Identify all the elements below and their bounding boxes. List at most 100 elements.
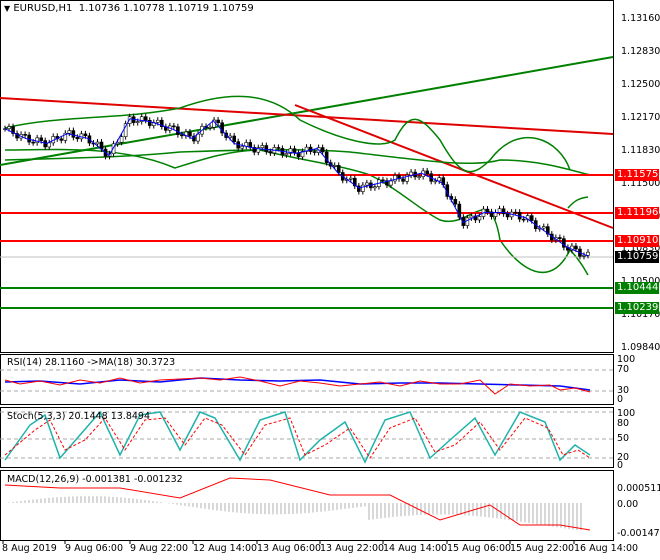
candle (453, 199, 458, 205)
candle (373, 186, 377, 189)
candle (228, 135, 232, 138)
candle (39, 137, 43, 141)
candle (75, 137, 80, 140)
candle (155, 119, 160, 123)
candle (409, 171, 413, 176)
candle (336, 165, 341, 173)
level-tag-support-2: 1.10239 (615, 302, 659, 314)
price-tick: 1.09840 (621, 342, 660, 353)
candle (425, 170, 429, 175)
close-price: 1.10759 (212, 3, 254, 14)
macd-title: MACD(12,26,9) -0.001381 -0.001232 (7, 474, 183, 485)
candle (7, 126, 11, 129)
moving-average-line (4, 118, 589, 257)
rsi-ma-line (4, 377, 591, 391)
candle (284, 153, 289, 156)
candle (119, 136, 124, 143)
time-tick: 9 Aug 06:00 (65, 543, 124, 554)
candle (47, 142, 52, 148)
symbol-label[interactable]: EURUSD,H1 (13, 3, 72, 14)
rsi-title: RSI(14) 28.1160 ->MA(18) 30.3723 (7, 357, 176, 368)
candle (348, 177, 353, 180)
rsi-tick: 70 (617, 364, 630, 375)
candle (582, 255, 586, 257)
candle (586, 251, 590, 256)
candle (312, 151, 317, 153)
candle (180, 134, 184, 137)
candle (83, 133, 88, 137)
time-tick: 9 Aug 22:00 (130, 543, 189, 554)
candle (264, 145, 269, 152)
current-price-tag: 1.10759 (615, 251, 659, 263)
bollinger-upper-tail (567, 196, 589, 209)
candle (67, 130, 72, 134)
level-tag-resistance-3: 1.10910 (615, 235, 659, 247)
level-tag-support-1: 1.10444 (615, 282, 659, 294)
candle (365, 182, 369, 186)
candle (59, 138, 64, 141)
candle (361, 184, 365, 192)
candle (477, 216, 482, 221)
macd-histogram (8, 496, 582, 531)
candle (216, 119, 220, 124)
time-tick: 13 Aug 06:00 (257, 543, 322, 554)
candle (208, 126, 212, 129)
candle (513, 211, 518, 214)
high-price: 1.10778 (123, 3, 165, 14)
candle (497, 208, 502, 213)
candle (276, 147, 281, 149)
candle (143, 116, 148, 121)
candle (232, 135, 236, 142)
price-series (3, 113, 590, 260)
candle (332, 165, 337, 167)
candle (23, 134, 27, 136)
level-tag-resistance-1: 1.11575 (615, 169, 659, 181)
time-tick: 15 Aug 22:00 (510, 543, 575, 554)
price-tick: 1.12500 (621, 79, 660, 90)
red-trendline-channel (294, 104, 614, 229)
stoch-tick: 0 (617, 460, 624, 471)
level-tag-resistance-2: 1.11196 (615, 207, 659, 219)
candle (31, 141, 35, 144)
candle (292, 148, 297, 153)
main-panel-frame (0, 0, 614, 353)
candle (135, 121, 140, 123)
rsi-tick: 0 (617, 394, 624, 405)
price-tick: 1.12170 (621, 112, 660, 123)
candle (485, 208, 490, 213)
candle (465, 217, 470, 226)
candle (541, 226, 546, 229)
time-tick: 16 Aug 14:00 (574, 543, 639, 554)
red-trendline-upper (0, 97, 614, 135)
candle (433, 180, 438, 183)
candle (417, 176, 421, 178)
candle (95, 141, 100, 145)
macd-tick: -0.001471 (617, 528, 660, 539)
stoch-title: Stoch(5,3,3) 20.1448 13.8494 (7, 411, 151, 422)
candle (320, 147, 325, 153)
candle (574, 245, 578, 250)
time-tick: 13 Aug 22:00 (320, 543, 385, 554)
low-price: 1.10719 (167, 3, 210, 14)
candle (505, 213, 510, 218)
macd-tick: 0.000511 (617, 483, 660, 494)
price-tick: 1.11830 (621, 145, 660, 156)
macd-tick: 0.00 (617, 499, 639, 510)
open-price: 1.10736 (78, 3, 121, 14)
candle (268, 151, 273, 154)
candle (437, 177, 442, 182)
candle (381, 179, 385, 182)
symbol-dropdown-icon[interactable]: ▼ (4, 4, 10, 13)
stoch-tick: 50 (617, 433, 630, 444)
time-tick: 12 Aug 14:00 (193, 543, 258, 554)
stoch-tick: 80 (617, 418, 630, 429)
candle (521, 218, 526, 221)
candle (240, 146, 245, 149)
price-tick: 1.12830 (621, 46, 660, 57)
time-tick: 8 Aug 2019 (2, 543, 57, 554)
candle (558, 237, 562, 239)
candle (188, 131, 192, 137)
time-tick: 14 Aug 14:00 (383, 543, 448, 554)
time-tick: 15 Aug 06:00 (447, 543, 512, 554)
candle (71, 130, 76, 138)
